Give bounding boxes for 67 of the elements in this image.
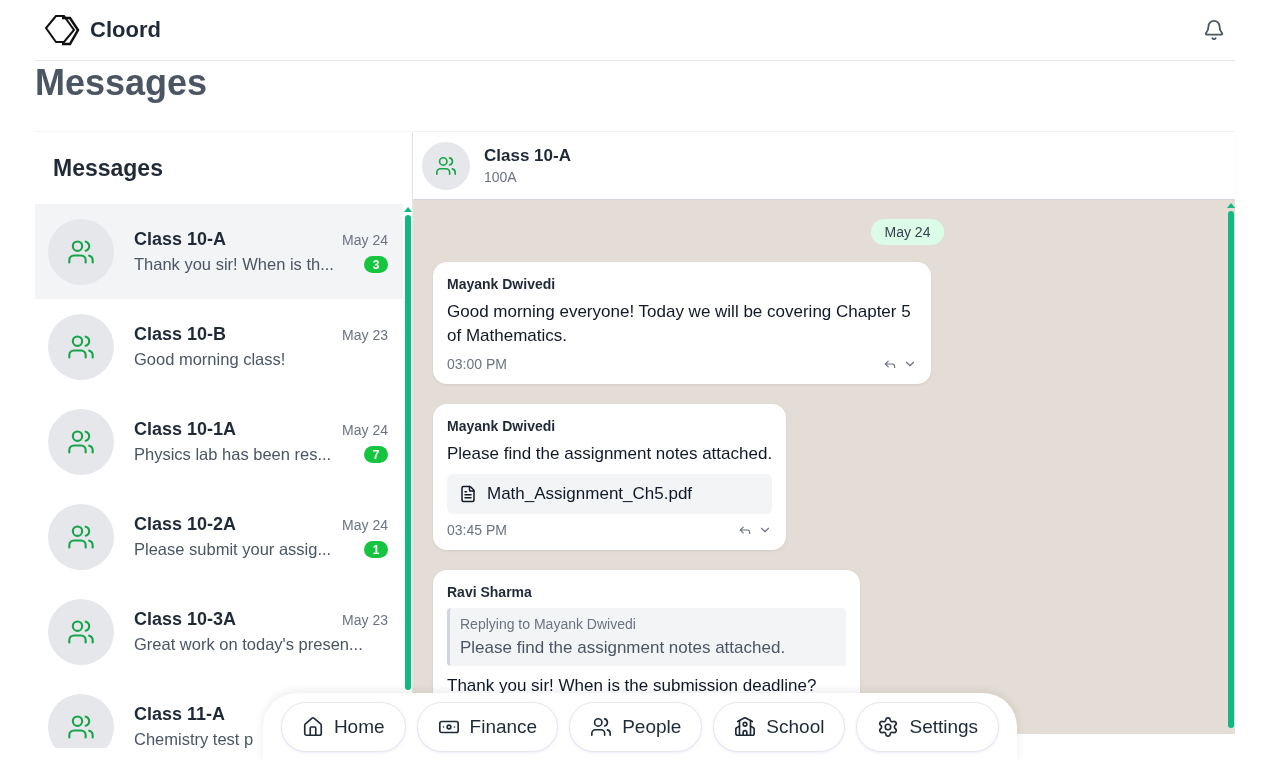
building-icon [734, 715, 757, 738]
reply-label: Replying to Mayank Dwivedi [460, 616, 637, 632]
message-sender: Mayank Dwivedi [447, 418, 557, 434]
people-icon [67, 332, 95, 361]
settings-icon [877, 715, 900, 738]
nav-button[interactable]: Settings [856, 701, 1000, 752]
message-preview: Great work on today's presen... [134, 635, 363, 654]
people-icon [590, 715, 613, 738]
nav-button[interactable]: School [713, 701, 846, 752]
message-sender: Ravi Sharma [447, 584, 533, 600]
people-icon [67, 712, 95, 741]
people-icon [67, 522, 95, 551]
message-time: 03:00 PM [447, 356, 507, 372]
file-name: Math_Assignment_Ch5.pdf [487, 484, 693, 504]
brand-name: Cloord [90, 17, 161, 43]
conversation-date: May 24 [342, 421, 388, 438]
conversation-item[interactable]: Class 10-3A May 23 Great work on today's presen... [35, 584, 403, 679]
message-text: Thank you sir! When is the submission deadline? [447, 675, 818, 697]
nav-button[interactable]: Home [280, 701, 406, 752]
home-icon [301, 715, 324, 738]
message-preview: Chemistry test p [134, 730, 254, 748]
conversation-name: Class 10-3A [134, 609, 237, 630]
document-icon [459, 485, 477, 503]
chat-title: Class 10-A [484, 146, 571, 166]
conversation-name: Class 10-2A [134, 514, 237, 535]
nav-button[interactable]: People [569, 701, 703, 752]
file-attachment[interactable]: Math_Assignment_Ch5.pdf [447, 474, 773, 514]
chat-subtitle: 100A [484, 169, 518, 185]
people-icon [67, 617, 95, 646]
logo-icon [44, 14, 80, 46]
nav-button[interactable]: Finance [416, 701, 559, 752]
message-text: Please find the assignment notes attached. [447, 443, 773, 465]
conversation-item[interactable]: Class 10-1A May 24 Physics lab has been res... 7 [35, 394, 403, 489]
conversation-date: May 24 [342, 231, 388, 248]
scrollbar-thumb[interactable] [1227, 211, 1234, 728]
scrollbar-thumb[interactable] [404, 215, 411, 690]
notification-bell-icon[interactable] [1203, 19, 1225, 41]
conversation-name: Class 10-B [134, 324, 227, 345]
message-time: 03:45 PM [447, 522, 507, 538]
conversation-item[interactable]: Class 10-2A May 24 Please submit your assig... 1 [35, 489, 403, 584]
conversation-name: Class 10-A [134, 229, 227, 250]
people-icon [435, 154, 457, 177]
reply-icon[interactable] [738, 523, 753, 537]
message-preview: Please submit your assig... [134, 540, 332, 559]
scroll-up-arrow-icon[interactable] [403, 207, 412, 212]
message-preview: Thank you sir! When is th... [134, 255, 334, 274]
message-sender: Mayank Dwivedi [447, 276, 557, 292]
unread-count: 7 [364, 446, 388, 463]
people-icon [67, 427, 95, 456]
message-preview: Physics lab has been res... [134, 445, 332, 464]
sidebar-title: Messages [52, 153, 164, 183]
message-preview: Good morning class! [134, 350, 286, 369]
unread-count: 1 [364, 541, 388, 558]
quoted-text: Please find the assignment notes attached. [460, 638, 787, 658]
conversation-name: Class 10-1A [134, 419, 237, 440]
conversation-date: May 24 [342, 516, 388, 533]
message-text: Good morning everyone! Today we will be covering Chapter 5 of Mathematics. [447, 301, 912, 347]
conversation-name: Class 11-A [134, 704, 226, 725]
conversation-date: May 23 [342, 611, 388, 628]
reply-icon[interactable] [883, 357, 897, 371]
people-icon [67, 237, 95, 266]
conversation-date: May 23 [342, 326, 388, 343]
conversation-item[interactable]: Class 10-B May 23 Good morning class! [35, 299, 403, 394]
unread-count: 3 [364, 256, 388, 273]
conversation-item[interactable]: Class 10-A May 24 Thank you sir! When is th... 3 [35, 204, 403, 299]
date-divider: May 24 [870, 219, 945, 245]
page-title: Messages [35, 61, 209, 105]
